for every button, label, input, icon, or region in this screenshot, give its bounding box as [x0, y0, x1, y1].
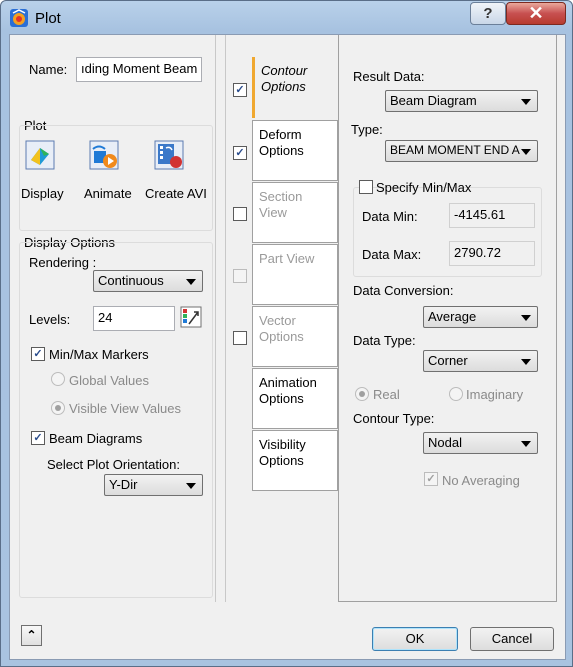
contour-type-label: Contour Type:	[353, 411, 435, 426]
tab-section-view-checkbox[interactable]	[233, 207, 247, 221]
beam-diagrams-label: Beam Diagrams	[49, 431, 143, 446]
tab-visibility-options[interactable]: Visibility Options	[252, 430, 338, 491]
levels-input[interactable]: 24	[93, 306, 175, 331]
type-select[interactable]: BEAM MOMENT END A	[385, 140, 538, 162]
data-conversion-label: Data Conversion:	[353, 283, 454, 298]
app-icon	[10, 9, 28, 27]
chevron-down-icon	[186, 279, 196, 285]
help-button[interactable]: ?	[470, 2, 506, 25]
display-button-label: Display	[21, 186, 64, 201]
tab-label: Section View	[259, 189, 303, 220]
levels-label: Levels:	[29, 312, 71, 327]
result-data-select[interactable]: Beam Diagram	[385, 90, 538, 112]
plot-orientation-value: Y-Dir	[109, 477, 138, 492]
tab-label: Visibility	[259, 437, 306, 452]
contour-type-value: Nodal	[428, 435, 462, 450]
tab-label: Vector	[259, 313, 296, 328]
data-max-label: Data Max:	[362, 247, 422, 262]
type-value: BEAM MOMENT END A	[390, 143, 520, 157]
collapse-button[interactable]: ⌃	[21, 625, 42, 646]
imaginary-radio[interactable]	[449, 387, 463, 401]
create-avi-button-label: Create AVI	[145, 186, 207, 201]
result-data-label: Result Data:	[353, 69, 425, 84]
chevron-down-icon	[521, 149, 531, 155]
color-scale-icon[interactable]	[180, 306, 202, 328]
no-averaging-label: No Averaging	[442, 473, 520, 488]
right-pane: ✓ ✓ Contour Options Deform Options Secti…	[225, 35, 558, 602]
tab-animation-options[interactable]: Animation Options	[252, 368, 338, 429]
result-data-value: Beam Diagram	[390, 93, 477, 108]
global-values-label: Global Values	[69, 373, 149, 388]
close-button[interactable]: ✕	[506, 2, 566, 25]
left-pane: Name: ıding Moment Beam Plot Display Ani…	[10, 35, 216, 602]
chevron-down-icon	[521, 441, 531, 447]
plot-dialog: Plot ? ✕ Name: ıding Moment Beam Plot Di…	[0, 0, 573, 667]
plot-orientation-label: Select Plot Orientation:	[47, 457, 180, 472]
title-bar[interactable]: Plot ? ✕	[1, 1, 572, 35]
tab-label: Part View	[259, 251, 315, 266]
no-averaging-checkbox[interactable]: ✓	[424, 472, 438, 486]
tab-label: Options	[259, 453, 304, 468]
tab-contour-checkbox[interactable]: ✓	[233, 83, 247, 97]
real-radio[interactable]	[355, 387, 369, 401]
data-type-value: Corner	[428, 353, 468, 368]
name-input[interactable]: ıding Moment Beam	[76, 57, 202, 82]
tab-part-view-checkbox[interactable]	[233, 269, 247, 283]
data-conversion-value: Average	[428, 309, 477, 324]
contour-options-panel: Result Data: Beam Diagram Type: BEAM MOM…	[338, 35, 557, 602]
rendering-label: Rendering :	[29, 255, 97, 270]
chevron-down-icon	[521, 315, 531, 321]
imaginary-label: Imaginary	[466, 387, 524, 402]
tab-vector-options[interactable]: Vector Options	[252, 306, 338, 367]
tab-part-view[interactable]: Part View	[252, 244, 338, 305]
specify-minmax-checkbox[interactable]	[359, 180, 373, 194]
window-title: Plot	[35, 10, 61, 27]
visible-view-values-label: Visible View Values	[69, 401, 182, 416]
display-icon[interactable]	[25, 140, 55, 170]
minmax-markers-checkbox[interactable]: ✓	[31, 347, 45, 361]
type-label: Type:	[351, 122, 383, 137]
chevron-down-icon	[521, 99, 531, 105]
animate-button-label: Animate	[84, 186, 132, 201]
beam-diagrams-checkbox[interactable]: ✓	[31, 431, 45, 445]
real-label: Real	[373, 387, 400, 402]
visible-view-values-radio[interactable]	[51, 401, 65, 415]
data-min-field[interactable]: -4145.61	[449, 203, 535, 228]
data-type-label: Data Type:	[353, 333, 416, 348]
chevron-down-icon	[186, 483, 196, 489]
display-options-group	[19, 242, 213, 598]
data-type-select[interactable]: Corner	[423, 350, 538, 372]
tab-section-view[interactable]: Section View	[252, 182, 338, 243]
tab-label: Options	[259, 391, 304, 406]
minmax-markers-label: Min/Max Markers	[49, 347, 149, 362]
tab-deform-options[interactable]: Deform Options	[252, 120, 338, 181]
data-max-field[interactable]: 2790.72	[449, 241, 535, 266]
animate-icon[interactable]	[89, 140, 119, 170]
tab-label: Options	[261, 79, 306, 94]
tab-label: Deform	[259, 127, 302, 142]
dialog-body: Name: ıding Moment Beam Plot Display Ani…	[9, 34, 566, 660]
ok-button[interactable]: OK	[372, 627, 458, 651]
cancel-button[interactable]: Cancel	[470, 627, 554, 651]
specify-minmax-label: Specify Min/Max	[376, 180, 472, 195]
tab-label: Animation	[259, 375, 317, 390]
create-avi-icon[interactable]	[154, 140, 184, 170]
data-conversion-select[interactable]: Average	[423, 306, 538, 328]
tab-deform-checkbox[interactable]: ✓	[233, 146, 247, 160]
rendering-value: Continuous	[98, 273, 164, 288]
plot-orientation-select[interactable]: Y-Dir	[104, 474, 203, 496]
tab-label: Contour	[261, 63, 308, 78]
rendering-select[interactable]: Continuous	[93, 270, 203, 292]
global-values-radio[interactable]	[51, 372, 65, 386]
name-label: Name:	[29, 62, 68, 77]
tab-vector-checkbox[interactable]	[233, 331, 247, 345]
chevron-down-icon	[521, 359, 531, 365]
data-min-label: Data Min:	[362, 209, 418, 224]
tab-label: Options	[259, 143, 304, 158]
tab-contour-options[interactable]: Contour Options	[252, 57, 338, 118]
tab-label: Options	[259, 329, 304, 344]
contour-type-select[interactable]: Nodal	[423, 432, 538, 454]
